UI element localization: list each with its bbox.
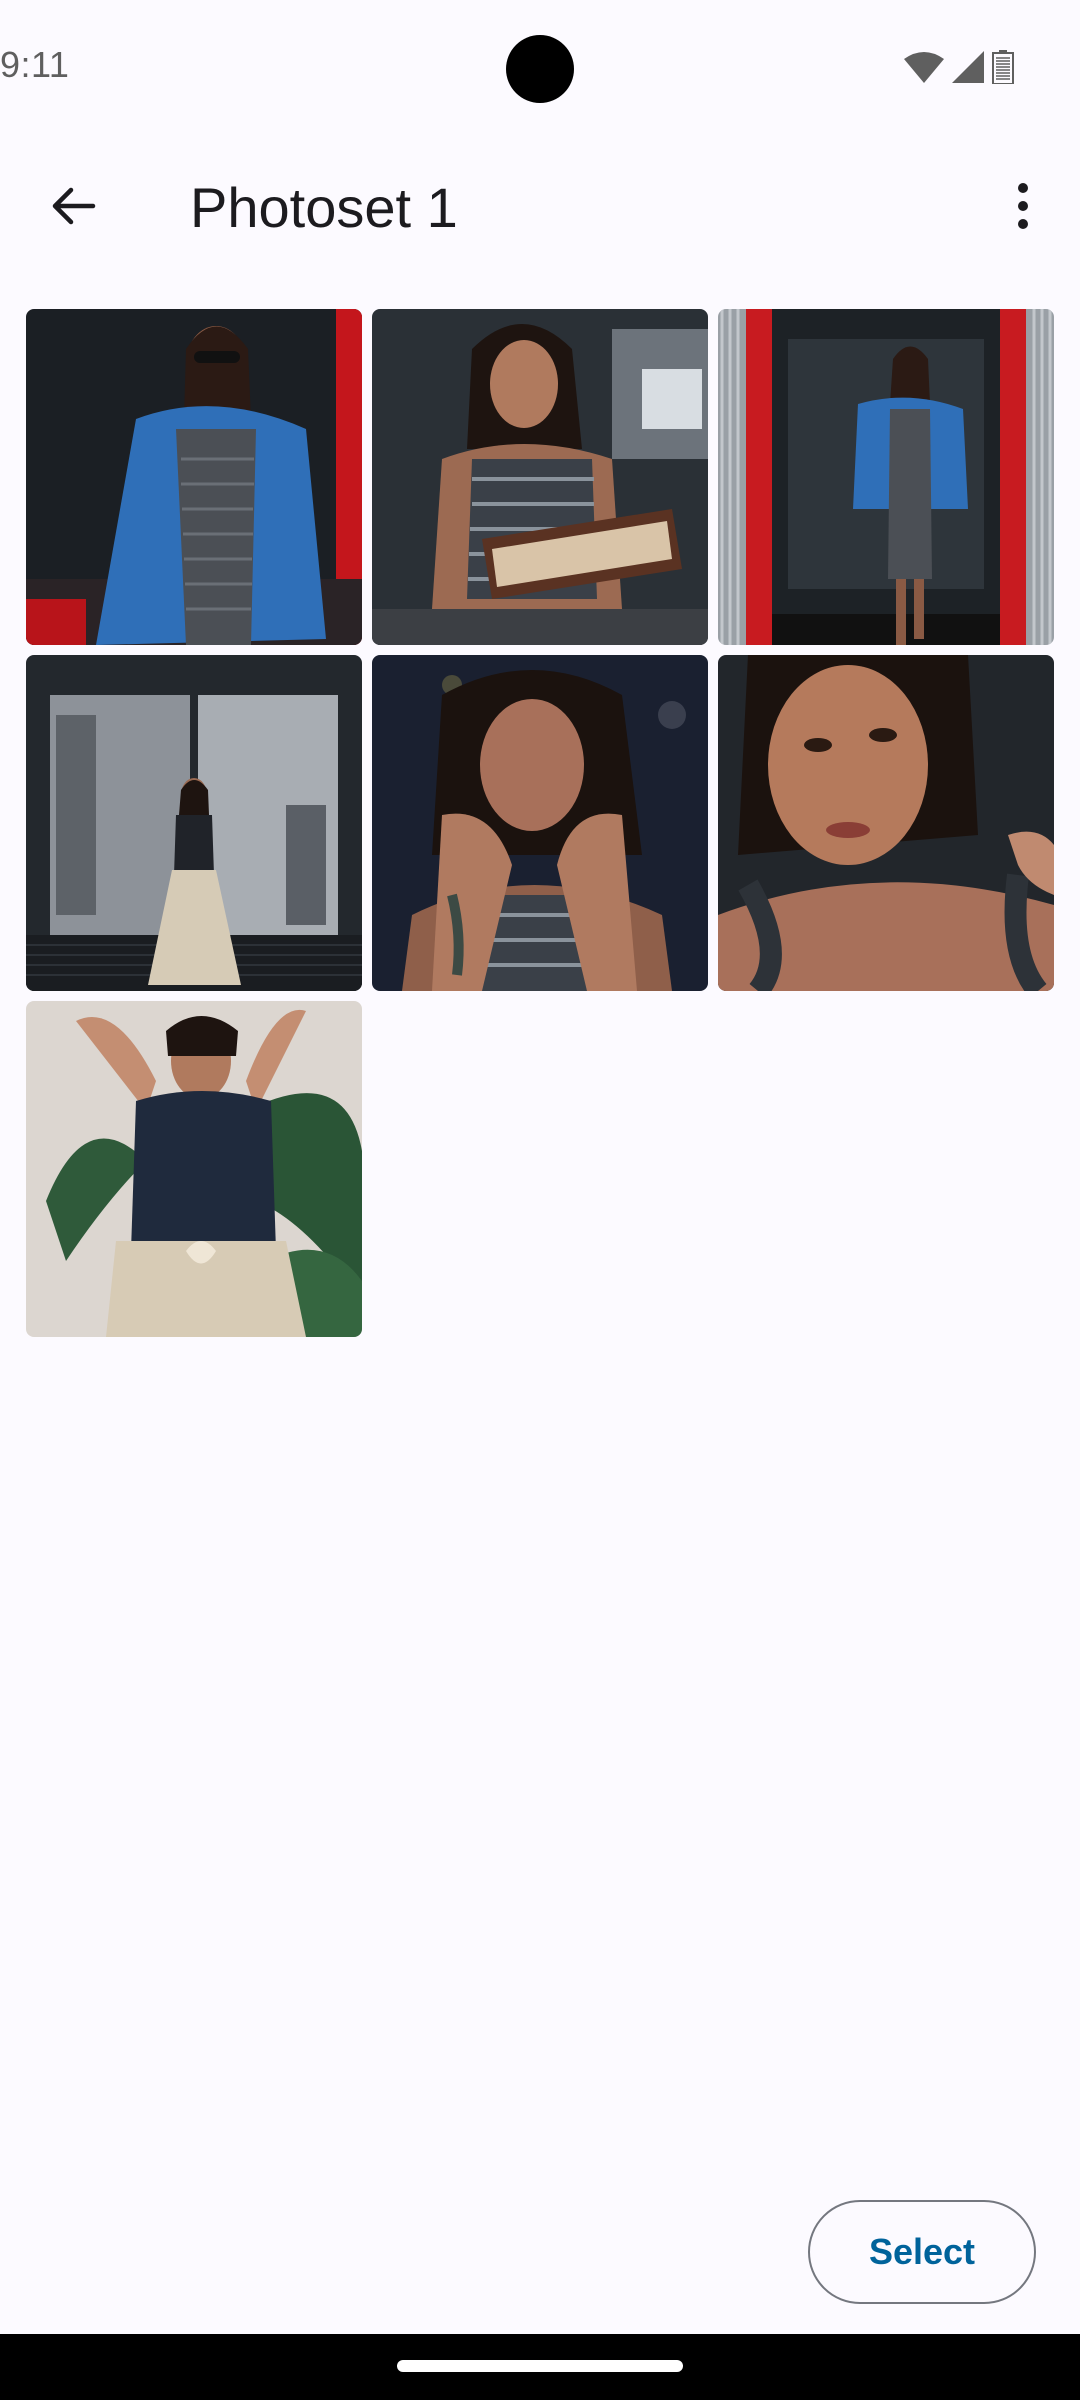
status-bar: 9:11 (0, 0, 1080, 136)
page-title: Photoset 1 (190, 176, 458, 239)
wifi-icon (904, 51, 944, 83)
battery-icon (992, 50, 1014, 84)
app-bar: Photoset 1 (0, 150, 1080, 266)
photo-image (26, 309, 362, 645)
signal-icon (952, 51, 984, 83)
photo-thumbnail[interactable] (26, 1001, 362, 1337)
photo-thumbnail[interactable] (26, 655, 362, 991)
more-vert-icon (1017, 182, 1029, 234)
status-icons (904, 50, 1014, 84)
photo-thumbnail[interactable] (372, 655, 708, 991)
photo-thumbnail[interactable] (718, 309, 1054, 645)
back-button[interactable] (33, 175, 113, 241)
photo-thumbnail[interactable] (26, 309, 362, 645)
status-time: 9:11 (0, 44, 70, 85)
home-gesture-handle[interactable] (397, 2360, 683, 2372)
photo-image (372, 309, 708, 645)
photo-image (372, 655, 708, 991)
select-button[interactable]: Select (808, 2200, 1036, 2304)
photo-image (26, 1001, 362, 1337)
camera-cutout (506, 35, 574, 103)
more-options-button[interactable] (990, 175, 1056, 241)
arrow-back-icon (49, 182, 97, 235)
photo-image (718, 655, 1054, 991)
navigation-bar (0, 2334, 1080, 2400)
photo-thumbnail[interactable] (372, 309, 708, 645)
photo-image (718, 309, 1054, 645)
photo-image (26, 655, 362, 991)
photo-thumbnail[interactable] (718, 655, 1054, 991)
